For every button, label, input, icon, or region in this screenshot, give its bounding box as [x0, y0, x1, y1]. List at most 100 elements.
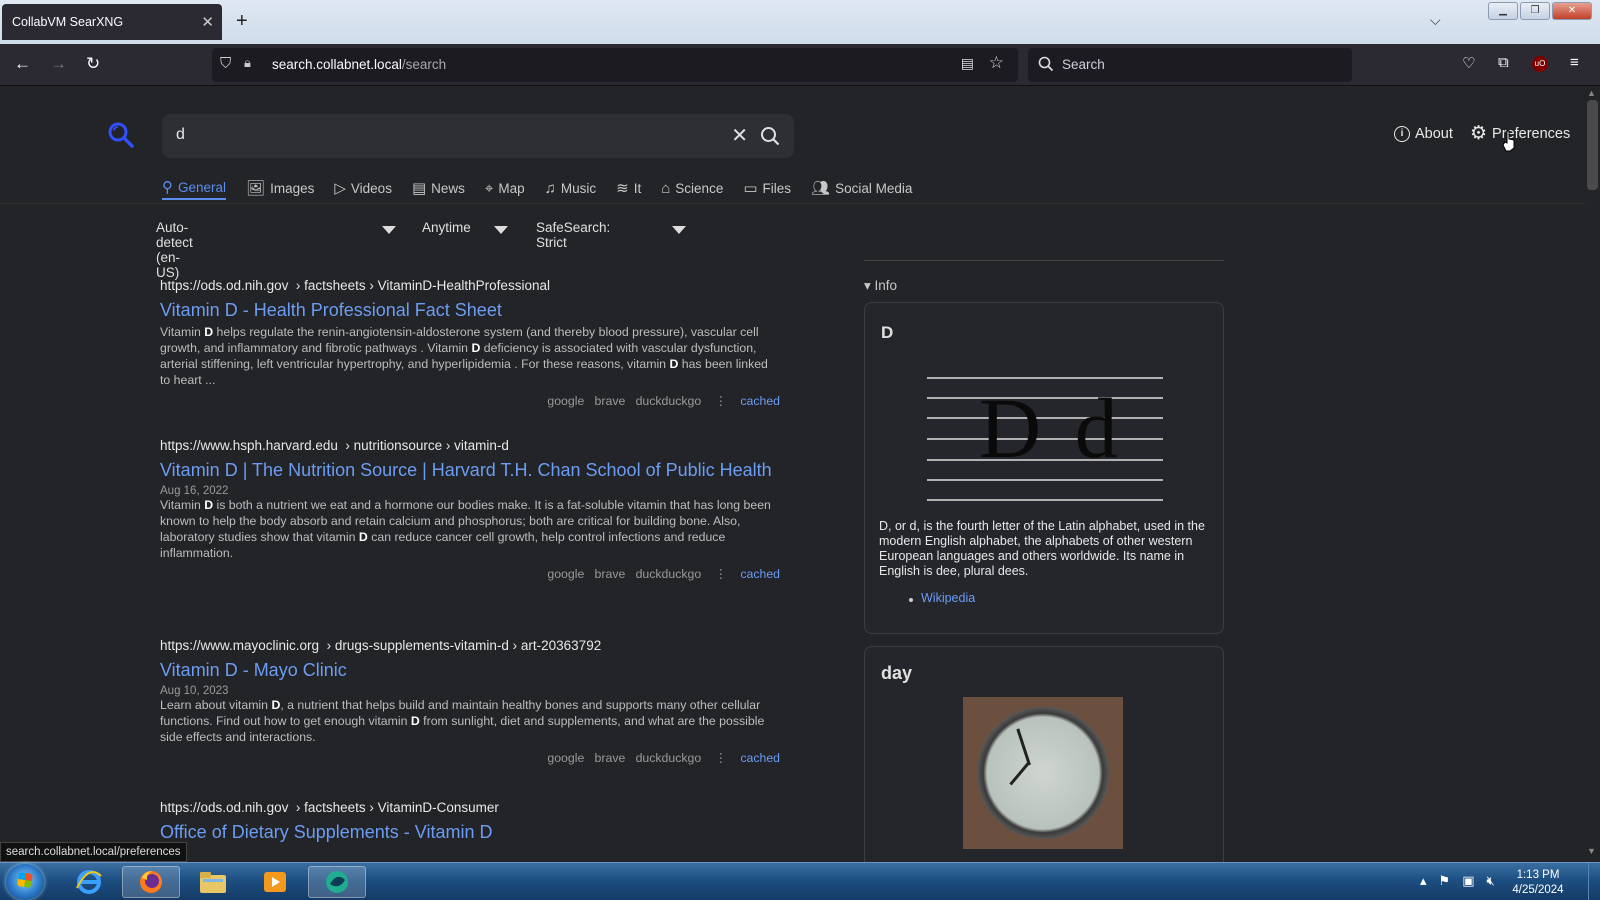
people-icon: 👥︎ [811, 180, 831, 197]
start-button[interactable] [6, 864, 44, 900]
tab-close-icon[interactable]: ✕ [201, 13, 214, 31]
tab-music[interactable]: ♫ Music [545, 176, 597, 200]
info-icon: i [1394, 126, 1410, 142]
about-link[interactable]: i About [1394, 126, 1453, 142]
forward-arrow-icon[interactable]: → [50, 54, 67, 74]
infobox-divider [864, 260, 1224, 261]
result-title-link[interactable]: Vitamin D - Health Professional Fact She… [160, 299, 780, 321]
files-icon: ▭ [743, 180, 758, 197]
safesearch-caret-icon[interactable] [672, 226, 686, 234]
result-url[interactable]: https://ods.od.nih.gov › factsheets › Vi… [160, 800, 780, 815]
letter-glyphs: D d [979, 380, 1124, 476]
mouse-pointer-icon [1502, 130, 1515, 152]
infobox-title: D [881, 323, 894, 342]
nav-toolbar: ← → ↻ ⛉ 🔒︎ search.collabnet.local/search… [0, 44, 1600, 86]
new-tab-button[interactable]: + [236, 10, 248, 32]
tab-title: CollabVM SearXNG [12, 15, 124, 29]
file-explorer-icon[interactable] [184, 866, 242, 898]
minimize-button[interactable]: ▁ [1488, 2, 1518, 20]
result-title-link[interactable]: Office of Dietary Supplements - Vitamin … [160, 821, 780, 842]
shield-icon[interactable]: ⛉ [220, 55, 231, 72]
tab-general[interactable]: ⚲ General [162, 176, 227, 200]
url-text[interactable]: search.collabnet.local/search [272, 57, 446, 72]
pin-icon: ⌖ [484, 179, 494, 197]
gear-icon: ⚙ [1470, 123, 1488, 144]
tab-news[interactable]: ▤ News [412, 176, 465, 200]
browser-search-placeholder: Search [1062, 57, 1105, 72]
infobox-description: D, or d, is the fourth letter of the Lat… [879, 519, 1205, 578]
preferences-link[interactable]: ⚙ Preferences [1470, 123, 1570, 144]
tab-social-media[interactable]: 👥︎ Social Media [811, 176, 912, 200]
time-caret-icon[interactable] [494, 226, 508, 234]
tab-files[interactable]: ▭ Files [743, 176, 791, 200]
about-label: About [1415, 126, 1453, 142]
searxng-logo-icon[interactable] [108, 122, 134, 148]
result-item: https://www.mayoclinic.org › drugs-suppl… [160, 638, 780, 765]
infobox-card-letter-d: D D d D, or d, is the fourth letter of t… [864, 302, 1224, 634]
wikipedia-link[interactable]: Wikipedia [921, 591, 975, 605]
scroll-up-icon[interactable]: ▲ [1587, 88, 1596, 98]
result-snippet: Learn about vitamin D, a nutrient that h… [160, 698, 765, 744]
system-tray: ▴ ⚑ ▣ 🔇︎ [1420, 873, 1495, 889]
graduation-cap-icon: ⌂ [661, 179, 671, 197]
pocket-icon[interactable]: ♡ [1462, 54, 1475, 72]
tab-map[interactable]: ⌖ Map [485, 176, 525, 200]
clock-image [963, 697, 1123, 849]
action-center-flag-icon[interactable]: ⚑ [1439, 873, 1451, 889]
infobox-card-day: day [864, 646, 1224, 862]
tab-science[interactable]: ⌂ Science [661, 176, 723, 200]
network-icon[interactable]: ▣ [1462, 873, 1474, 889]
result-snippet: Vitamin D is both a nutrient we eat and … [160, 498, 771, 560]
media-player-icon[interactable] [246, 866, 304, 898]
firefox-icon[interactable] [122, 866, 180, 898]
reload-icon[interactable]: ↻ [86, 54, 100, 74]
safesearch-select[interactable]: SafeSearch: Strict [536, 220, 610, 250]
result-engines: google brave duckduckgo ⋮ cached [547, 394, 780, 408]
tab-videos[interactable]: ▷ Videos [334, 176, 392, 200]
ublock-icon[interactable]: uO [1532, 56, 1548, 72]
language-caret-icon[interactable] [382, 226, 396, 234]
show-desktop-button[interactable] [1588, 863, 1600, 900]
image-icon: 🖼︎ [246, 180, 266, 197]
result-url[interactable]: https://www.mayoclinic.org › drugs-suppl… [160, 638, 780, 653]
language-select[interactable]: Auto-detect (en-US) [156, 220, 193, 280]
page-scrollbar[interactable] [1585, 86, 1600, 862]
back-arrow-icon[interactable]: ← [14, 54, 31, 74]
restore-button[interactable]: ❐ [1520, 2, 1550, 20]
infobox-title: day [881, 663, 913, 683]
layers-icon: ≋ [616, 180, 629, 197]
volume-muted-icon[interactable]: 🔇︎ [1486, 873, 1494, 889]
search-submit-icon[interactable] [760, 126, 780, 146]
scroll-thumb[interactable] [1587, 100, 1598, 190]
url-bar[interactable]: ⛉ 🔒︎ search.collabnet.local/search ▤ ☆ [212, 48, 1018, 82]
result-url[interactable]: https://www.hsph.harvard.edu › nutrition… [160, 438, 780, 453]
clear-icon[interactable]: ✕ [731, 123, 748, 148]
list-tabs-chevron-icon[interactable]: ⌵ [1430, 12, 1441, 29]
taskbar-clock[interactable]: 1:13 PM 4/25/2024 [1500, 868, 1576, 898]
tab-images[interactable]: 🖼︎ Images [246, 176, 314, 200]
search-input[interactable]: d [176, 126, 185, 144]
extensions-icon[interactable]: ⧉ [1498, 54, 1509, 71]
result-title-link[interactable]: Vitamin D | The Nutrition Source | Harva… [160, 459, 780, 481]
browser-tab[interactable]: CollabVM SearXNG ✕ [2, 4, 222, 40]
app-menu-icon[interactable]: ≡ [1570, 54, 1579, 71]
category-divider [0, 203, 1585, 204]
cached-link[interactable]: cached [740, 394, 780, 408]
bookmark-star-icon[interactable]: ☆ [989, 53, 1004, 73]
window-close-button[interactable]: ✕ [1552, 2, 1592, 20]
tray-arrow-icon[interactable]: ▴ [1420, 873, 1427, 889]
result-title-link[interactable]: Vitamin D - Mayo Clinic [160, 659, 780, 681]
result-date: Aug 16, 2022 [160, 485, 229, 497]
reader-view-icon[interactable]: ▤ [961, 55, 974, 72]
info-section-toggle[interactable]: ▾ Info [864, 278, 897, 294]
cached-link[interactable]: cached [740, 751, 780, 765]
time-range-select[interactable]: Anytime [422, 220, 471, 235]
collabvm-app-icon[interactable] [308, 866, 366, 898]
internet-explorer-icon[interactable] [60, 866, 118, 898]
browser-search-bar[interactable]: Search [1028, 48, 1352, 82]
scroll-down-icon[interactable]: ▼ [1587, 846, 1596, 856]
lock-icon[interactable]: 🔒︎ [244, 55, 251, 71]
result-url[interactable]: https://ods.od.nih.gov › factsheets › Vi… [160, 278, 780, 293]
cached-link[interactable]: cached [740, 567, 780, 581]
tab-it[interactable]: ≋ It [616, 176, 641, 200]
